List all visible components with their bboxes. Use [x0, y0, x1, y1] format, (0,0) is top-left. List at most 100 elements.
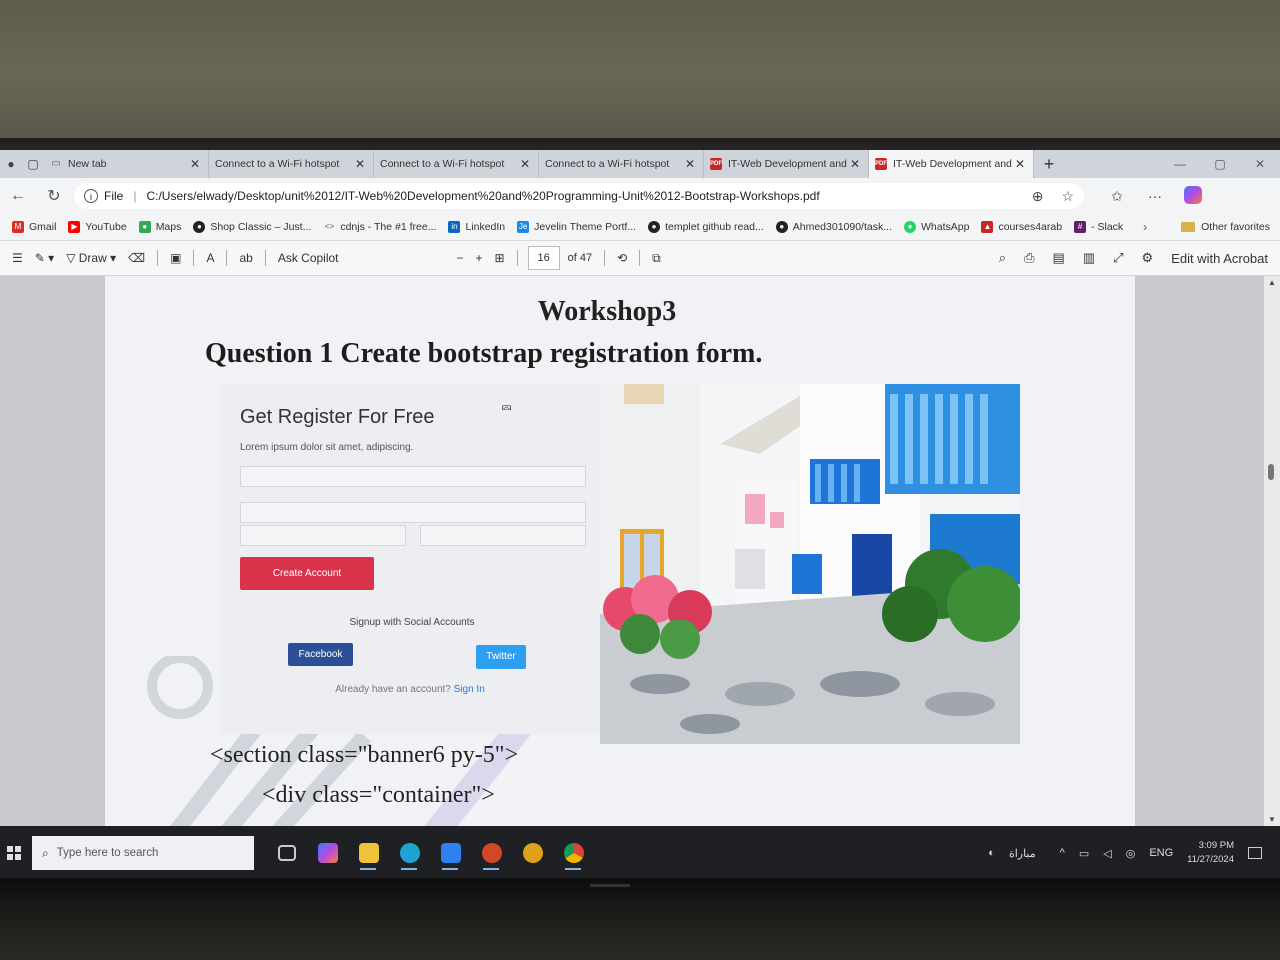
tab-new[interactable]: ▭ New tab ✕	[44, 150, 209, 178]
refresh-icon[interactable]: ↻	[36, 178, 72, 214]
address-row: ← ↻ i File | C:/Users/elwady/Desktop/uni…	[0, 178, 1280, 214]
page-view-icon[interactable]: ⧉	[652, 251, 661, 266]
chrome-canary-icon[interactable]	[512, 833, 553, 873]
taskbar-search[interactable]: ⌕ Type here to search	[32, 836, 254, 870]
print-icon[interactable]: ⎙	[1024, 250, 1034, 266]
twitter-button: Twitter	[476, 645, 526, 669]
other-favorites[interactable]: Other favorites	[1181, 221, 1270, 233]
search-icon[interactable]: ⌕	[999, 250, 1006, 266]
scroll-thumb[interactable]	[1268, 464, 1274, 480]
search-icon: ⌕	[42, 845, 49, 860]
github-icon: ●	[775, 221, 788, 233]
chrome-icon[interactable]	[553, 833, 594, 873]
bookmark-linkedin[interactable]: in LinkedIn	[448, 221, 505, 233]
close-icon[interactable]: ✕	[683, 157, 697, 171]
page-title: Workshop3	[537, 296, 677, 327]
close-window-icon[interactable]: ✕	[1240, 150, 1280, 178]
tab-wifi-1[interactable]: Connect to a Wi-Fi hotspot ✕	[209, 150, 374, 178]
clock[interactable]: 3:09 PM 11/27/2024	[1187, 839, 1234, 867]
mouse-cursor-icon: ⮹	[501, 400, 513, 416]
close-icon[interactable]: ✕	[1013, 157, 1027, 171]
tab-wifi-3[interactable]: Connect to a Wi-Fi hotspot ✕	[539, 150, 704, 178]
task-view-icon[interactable]	[266, 833, 307, 873]
bookmark-maps[interactable]: ● Maps	[138, 221, 181, 233]
new-tab-button[interactable]: +	[1034, 150, 1064, 178]
contents-icon[interactable]: ☰	[12, 251, 23, 265]
edit-with-acrobat-button[interactable]: Edit with Acrobat	[1171, 251, 1268, 266]
registration-form-image: Get Register For Free Lorem ipsum dolor …	[220, 384, 1020, 744]
fit-page-icon[interactable]: ⊞	[495, 251, 505, 265]
bookmark-gmail[interactable]: M Gmail	[12, 221, 56, 233]
zoom-icon[interactable]: ⊕	[1032, 188, 1044, 205]
address-url: C:/Users/elwady/Desktop/unit%2012/IT-Web…	[146, 189, 820, 203]
close-icon[interactable]: ✕	[353, 157, 367, 171]
maps-icon: ●	[138, 221, 151, 233]
bookmark-github-templet[interactable]: ● templet github read...	[648, 221, 764, 233]
info-icon[interactable]: i	[84, 189, 98, 203]
network-icon[interactable]: ▭	[1079, 847, 1089, 860]
close-icon[interactable]: ✕	[848, 157, 862, 171]
copilot-icon[interactable]	[307, 833, 348, 873]
start-button[interactable]	[0, 846, 28, 860]
favorites-icon[interactable]: ✩	[1098, 188, 1136, 205]
copilot-icon[interactable]	[1174, 185, 1212, 207]
file-explorer-icon[interactable]	[348, 833, 389, 873]
pdf-icon: PDF	[710, 158, 722, 170]
system-tray: ◐ مباراة ^ ▭ ◁ ◎ ENG 3:09 PM 11/27/2024	[974, 826, 1280, 880]
bookmark-courses4arab[interactable]: ▲ courses4arab	[981, 221, 1062, 233]
read-aloud-icon[interactable]: A	[206, 251, 214, 265]
bookmark-whatsapp[interactable]: ● WhatsApp	[903, 221, 969, 233]
vertical-scrollbar[interactable]: ▲ ▼	[1264, 276, 1280, 826]
settings-icon[interactable]: ⚙	[1142, 250, 1154, 266]
scroll-down-icon[interactable]: ▼	[1268, 815, 1276, 824]
zoom-in-icon[interactable]: +	[476, 251, 483, 265]
divider	[264, 250, 266, 266]
text-box-icon[interactable]: ▣	[170, 251, 181, 265]
favorite-star-icon[interactable]: ☆	[1061, 188, 1074, 205]
zoom-out-icon[interactable]: −	[457, 251, 464, 265]
eraser-icon[interactable]: ⌫	[128, 251, 145, 265]
more-icon[interactable]: ···	[1136, 188, 1174, 204]
workspaces-icon[interactable]: ▢	[22, 150, 44, 178]
address-bar[interactable]: i File | C:/Users/elwady/Desktop/unit%20…	[74, 183, 1084, 209]
globe-icon[interactable]: ◎	[1126, 847, 1136, 860]
profile-icon[interactable]: ●	[0, 150, 22, 178]
volume-icon[interactable]: ◁	[1103, 847, 1111, 860]
bookmark-github-ahmed[interactable]: ● Ahmed301090/task...	[775, 221, 892, 233]
powerpoint-icon[interactable]	[471, 833, 512, 873]
tab-pdf-active[interactable]: PDF IT-Web Development and P ✕	[869, 150, 1034, 178]
bookmark-cdnjs[interactable]: <> cdnjs - The #1 free...	[323, 221, 437, 233]
vscode-icon[interactable]	[430, 833, 471, 873]
draw-button[interactable]: ▽ Draw ▾	[66, 251, 116, 265]
chevron-right-icon[interactable]: ›	[1143, 220, 1147, 234]
ask-copilot-button[interactable]: Ask Copilot	[278, 251, 339, 265]
folder-icon	[1181, 222, 1196, 232]
tab-pdf-1[interactable]: PDF IT-Web Development and P ✕	[704, 150, 869, 178]
edge-icon[interactable]	[389, 833, 430, 873]
save-icon[interactable]: ▤	[1053, 250, 1065, 266]
rotate-icon[interactable]: ⟲	[617, 251, 627, 265]
page-number-input[interactable]: 16	[527, 246, 560, 270]
notification-icon[interactable]	[1248, 847, 1262, 859]
bookmark-shop-classic[interactable]: ● Shop Classic – Just...	[193, 221, 311, 233]
close-icon[interactable]: ✕	[188, 157, 202, 171]
minimize-icon[interactable]: —	[1160, 150, 1200, 178]
weather-icon[interactable]: ◐	[988, 847, 995, 859]
bookmark-youtube[interactable]: ▶ YouTube	[68, 221, 127, 233]
gmail-icon: M	[12, 221, 24, 233]
fullscreen-icon[interactable]: ⤢	[1113, 250, 1123, 266]
bookmark-jevelin[interactable]: Je Jevelin Theme Portf...	[517, 221, 636, 233]
bookmark-slack[interactable]: # - Slack	[1074, 221, 1123, 233]
chevron-up-icon[interactable]: ^	[1060, 847, 1065, 859]
scroll-up-icon[interactable]: ▲	[1268, 278, 1276, 287]
back-icon[interactable]: ←	[0, 178, 36, 214]
save-as-icon[interactable]: ▥	[1083, 250, 1095, 266]
close-icon[interactable]: ✕	[518, 157, 532, 171]
language-indicator[interactable]: ENG	[1149, 847, 1173, 859]
form-heading: Get Register For Free	[240, 406, 435, 428]
maximize-icon[interactable]: ▢	[1200, 150, 1240, 178]
highlight-icon[interactable]: ✎ ▾	[35, 251, 54, 265]
translate-icon[interactable]: ab	[239, 251, 252, 265]
tab-wifi-2[interactable]: Connect to a Wi-Fi hotspot ✕	[374, 150, 539, 178]
email-field	[240, 502, 586, 523]
